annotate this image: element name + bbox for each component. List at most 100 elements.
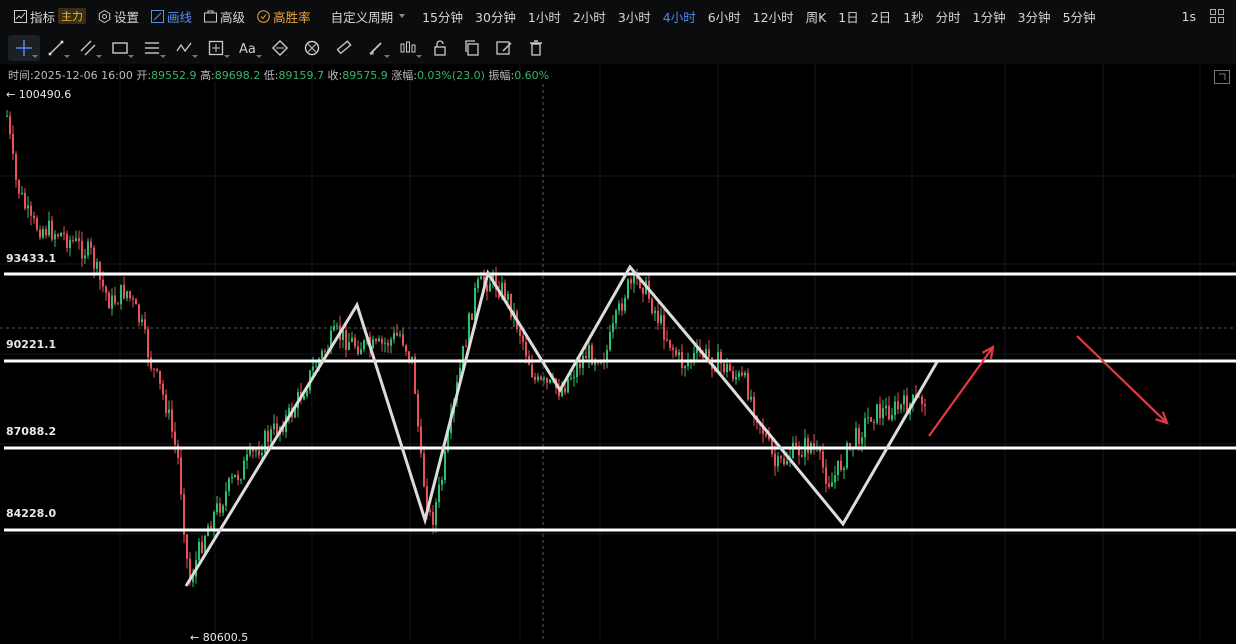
candle (441, 479, 443, 485)
candle (51, 220, 53, 240)
rectangle-icon (112, 42, 128, 54)
text-icon: Aa (239, 42, 256, 57)
candle (165, 394, 167, 413)
candle (855, 428, 857, 448)
wave-tool[interactable] (168, 35, 200, 61)
period-tab[interactable]: 12小时 (753, 7, 794, 26)
price-level-label: 84228.0 (6, 507, 57, 520)
copy-tool[interactable] (456, 35, 488, 61)
candle (744, 372, 746, 376)
high-label: 高: (200, 69, 215, 82)
settings-button[interactable]: 设置 (98, 7, 139, 26)
period-tab[interactable]: 1分钟 (973, 7, 1006, 26)
period-tab[interactable]: 2日 (871, 7, 891, 26)
candle (363, 340, 365, 350)
candle (642, 287, 644, 294)
period-tab[interactable]: 分时 (936, 7, 961, 26)
period-tab[interactable]: 3小时 (618, 7, 651, 26)
candle (78, 238, 80, 241)
period-tab[interactable]: 6小时 (708, 7, 741, 26)
pen-tool[interactable] (360, 35, 392, 61)
indicator-menu[interactable]: 指标 主力 (14, 7, 87, 26)
ruler-tool[interactable] (328, 35, 360, 61)
candle (585, 355, 587, 359)
candle (159, 370, 161, 384)
period-tab[interactable]: 3分钟 (1018, 7, 1051, 26)
candle (801, 455, 803, 457)
draw-button[interactable]: 画线 (151, 7, 192, 26)
draw-label: 画线 (167, 9, 193, 25)
candle (117, 303, 119, 305)
candle (738, 372, 740, 377)
ruler-icon (336, 40, 352, 55)
candle (321, 350, 323, 359)
candle (315, 366, 317, 368)
candlestick-chart[interactable] (0, 64, 1236, 641)
period-tab[interactable]: 1秒 (903, 7, 923, 26)
candle (507, 293, 509, 300)
candle-pattern-tool[interactable] (392, 35, 424, 61)
candle (243, 460, 245, 480)
candle (573, 377, 575, 379)
zigzag-line (184, 264, 939, 587)
advanced-button[interactable]: 高级 (204, 7, 245, 26)
parallel-channel-tool[interactable] (72, 35, 104, 61)
text-tool[interactable]: Aa (232, 35, 264, 61)
win-rate-button[interactable]: 高胜率 (257, 7, 311, 26)
candle (867, 417, 869, 419)
candle (381, 338, 383, 344)
layout-icon[interactable] (1210, 9, 1224, 23)
candle (93, 247, 95, 269)
period-tab[interactable]: 2小时 (573, 7, 606, 26)
eraser-tool[interactable] (264, 35, 296, 61)
candle (75, 238, 77, 241)
period-tab[interactable]: 周K (806, 7, 827, 26)
period-tab[interactable]: 1日 (838, 7, 858, 26)
period-tab[interactable]: 4小时 (663, 7, 696, 26)
candle (660, 315, 662, 324)
candle (519, 329, 521, 336)
trash-tool[interactable] (520, 35, 552, 61)
candle (12, 133, 14, 154)
period-tab[interactable]: 30分钟 (475, 7, 516, 26)
candle (81, 240, 83, 259)
rectangle-tool[interactable] (104, 35, 136, 61)
horizontal-lines-tool[interactable] (136, 35, 168, 61)
fullscreen-icon[interactable] (1214, 70, 1230, 84)
candle (324, 350, 326, 353)
candle (549, 379, 551, 383)
horizontal-lines-icon (145, 42, 159, 54)
candle (234, 474, 236, 478)
candle (18, 179, 20, 194)
candle (180, 457, 182, 495)
candle (882, 408, 884, 419)
copy-icon (465, 40, 479, 56)
period-tab[interactable]: 5分钟 (1063, 7, 1096, 26)
close-label: 收: (327, 69, 343, 82)
custom-period-dropdown[interactable]: 自定义周期 (331, 7, 411, 26)
edit-tool[interactable] (488, 35, 520, 61)
candle (693, 352, 695, 361)
trendline-tool[interactable] (40, 35, 72, 61)
lock-tool[interactable] (424, 35, 456, 61)
candle (33, 215, 35, 219)
forecast-arrows (928, 335, 1169, 437)
candle (678, 352, 680, 356)
candle (150, 357, 152, 369)
measure-tool[interactable] (200, 35, 232, 61)
candle (837, 460, 839, 476)
candle (390, 339, 392, 346)
period-tab-1s[interactable]: 1s (1182, 9, 1196, 24)
drawing-toolbar: Aa (0, 32, 1236, 64)
candle (609, 332, 611, 351)
period-tab[interactable]: 1小时 (528, 7, 561, 26)
caret-down-icon (399, 14, 406, 18)
candle (840, 460, 842, 470)
zigzag-pattern (184, 264, 939, 587)
candle (897, 401, 899, 410)
candle (747, 372, 749, 400)
crosshair-tool[interactable] (8, 35, 40, 61)
period-tab[interactable]: 15分钟 (422, 7, 463, 26)
magnet-tool[interactable] (296, 35, 328, 61)
candle (615, 310, 617, 324)
